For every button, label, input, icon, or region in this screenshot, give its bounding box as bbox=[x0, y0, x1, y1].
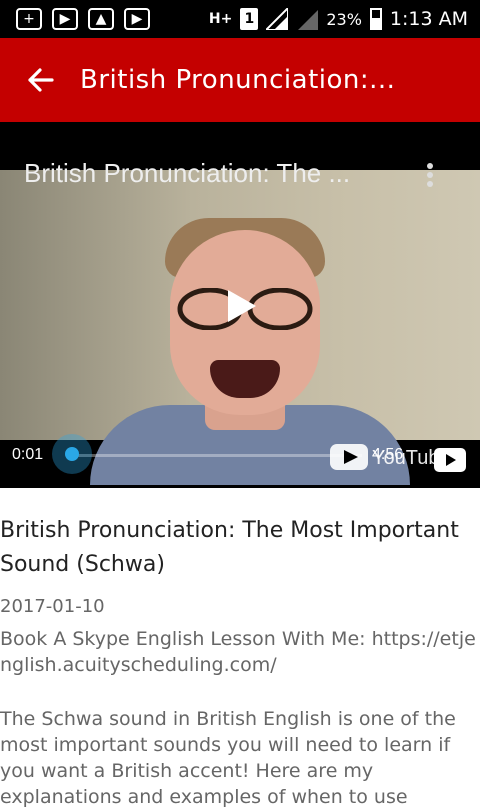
youtube-icon: ▶ bbox=[52, 8, 78, 30]
video-overlay-title[interactable]: British Pronunciation: The ... bbox=[24, 158, 404, 189]
signal-icon-2 bbox=[298, 10, 319, 30]
current-time: 0:01 bbox=[12, 446, 44, 463]
signal-icon bbox=[266, 8, 289, 30]
network-type: H+ bbox=[208, 11, 233, 27]
seek-handle[interactable] bbox=[52, 434, 92, 474]
back-button[interactable] bbox=[0, 38, 80, 122]
plus-square-icon: + bbox=[16, 8, 42, 30]
youtube-icon: ▶ bbox=[124, 8, 150, 30]
sim-icon: 1 bbox=[240, 8, 259, 30]
battery-percent: 23% bbox=[326, 9, 362, 29]
play-button[interactable] bbox=[226, 288, 258, 324]
status-bar: + ▶ ▲ ▶ H+ 1 23% 1:13 AM bbox=[0, 0, 480, 38]
duration: 4:56 bbox=[372, 446, 404, 463]
description-link[interactable]: Book A Skype English Lesson With Me: htt… bbox=[0, 626, 478, 678]
back-arrow-icon bbox=[28, 68, 54, 92]
youtube-button-icon[interactable] bbox=[434, 448, 466, 472]
clock: 1:13 AM bbox=[389, 8, 468, 30]
description-text: The Schwa sound in British English is on… bbox=[0, 708, 456, 808]
app-bar: British Pronunciation:... bbox=[0, 38, 480, 122]
publish-date: 2017-01-10 bbox=[0, 596, 105, 617]
video-controls: 0:01 YouTube 4:56 bbox=[0, 434, 480, 488]
seek-bar[interactable] bbox=[72, 454, 362, 457]
video-player[interactable]: British Pronunciation: The ... 0:01 YouT… bbox=[0, 122, 480, 488]
battery-icon bbox=[369, 8, 382, 30]
more-options-icon[interactable] bbox=[418, 162, 442, 188]
image-icon: ▲ bbox=[88, 8, 114, 30]
video-title: British Pronunciation: The Most Importan… bbox=[0, 518, 459, 577]
page-title: British Pronunciation:... bbox=[80, 65, 396, 95]
